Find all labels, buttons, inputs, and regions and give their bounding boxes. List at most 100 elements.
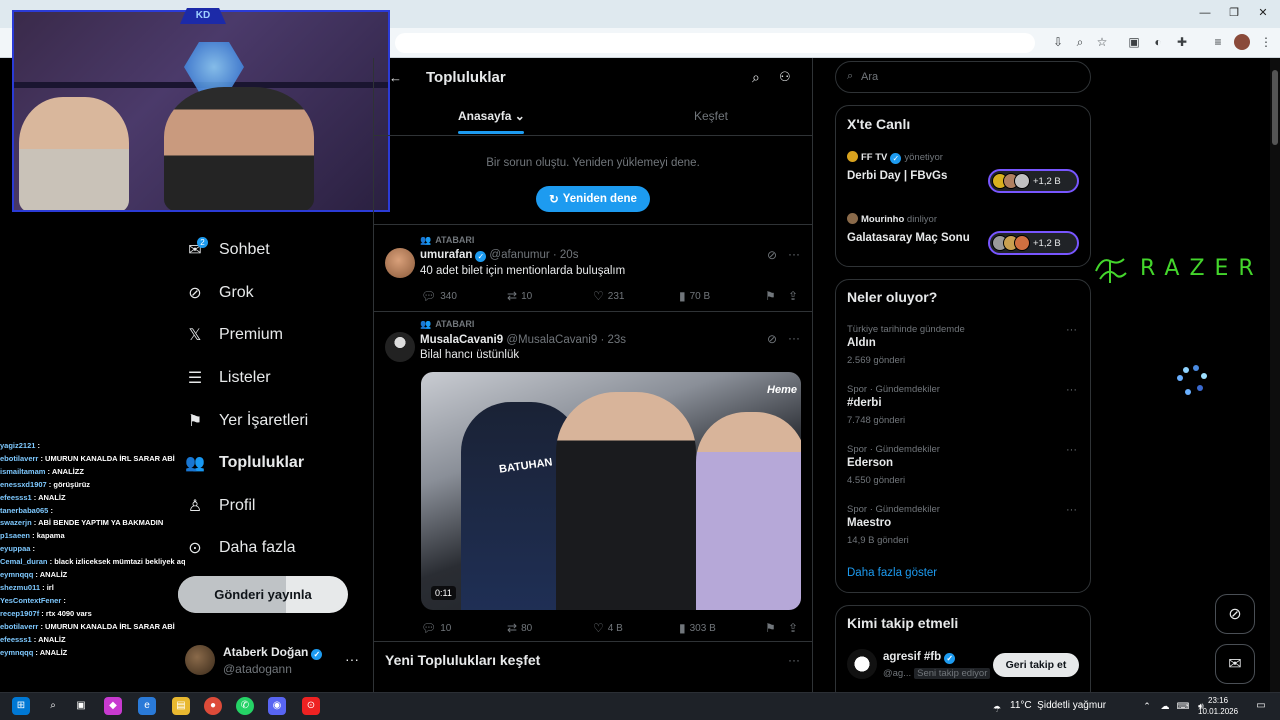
more-icon[interactable]: ··· <box>788 331 800 345</box>
share-button[interactable]: ⇪ <box>788 621 798 635</box>
extension-icon[interactable]: ▣ <box>1126 34 1142 50</box>
avatar[interactable] <box>385 332 415 362</box>
copilot-icon[interactable]: ◆ <box>104 697 122 715</box>
start-icon[interactable]: ⊞ <box>12 697 30 715</box>
repost-button[interactable]: ⇄ 10 <box>507 289 532 303</box>
more-icon[interactable]: ··· <box>788 247 800 261</box>
bookmark-button[interactable]: ⚑ <box>765 289 776 303</box>
back-arrow-icon[interactable]: ← <box>389 70 402 85</box>
zoom-icon[interactable]: ⌕ <box>1072 34 1088 50</box>
avatar[interactable] <box>385 248 415 278</box>
trend-count: 14,9 B gönderi <box>847 535 909 546</box>
reply-button[interactable]: 💬︎ 10 <box>421 621 451 635</box>
folder-icon[interactable]: ▤ <box>172 697 190 715</box>
chat-username: eyuppaa <box>0 544 31 554</box>
messages-float-button[interactable]: ✉ <box>1215 644 1255 684</box>
live-host[interactable]: Mourinho dinliyor <box>847 213 937 225</box>
repost-button[interactable]: ⇄ 80 <box>507 621 532 635</box>
views-button[interactable]: ▮ 303 B <box>679 621 716 635</box>
bookmark-button[interactable]: ⚑ <box>765 621 776 635</box>
restore-icon[interactable]: ❐ <box>1227 6 1241 20</box>
install-app-icon[interactable]: ⇩ <box>1050 34 1066 50</box>
close-icon[interactable]: ✕ <box>1256 6 1270 20</box>
search-icon[interactable]: ⌕ <box>752 69 760 86</box>
grok-float-button[interactable]: ⊘ <box>1215 594 1255 634</box>
nav-grok[interactable]: ⊘ Grok <box>185 278 253 308</box>
profile-avatar-icon[interactable] <box>1234 34 1250 50</box>
nav-lists[interactable]: ☰ Listeler <box>185 363 271 393</box>
stream-chat: yagiz2121 : ebotilaverr : UMURUN KANALDA… <box>0 440 185 690</box>
weather-widget[interactable]: 11°C Şiddetli yağmur <box>1010 700 1106 711</box>
follow-back-button[interactable]: Geri takip et <box>993 653 1079 677</box>
whatsapp-icon[interactable]: ✆ <box>236 697 254 715</box>
avatar[interactable] <box>847 649 877 679</box>
tab-home[interactable]: Anasayfa ⌄ <box>458 109 525 123</box>
nav-premium[interactable]: 𝕏 Premium <box>185 320 283 350</box>
nav-bookmarks[interactable]: ⚑ Yer İşaretleri <box>185 406 308 436</box>
tab-explore[interactable]: Keşfet <box>694 109 728 123</box>
live-space-title[interactable]: Galatasaray Maç Sonu <box>847 232 970 244</box>
share-button[interactable]: ⇪ <box>788 289 798 303</box>
like-button[interactable]: ♡ 231 <box>593 289 624 303</box>
retry-button[interactable]: ↻ Yeniden dene <box>536 186 650 212</box>
trend-name[interactable]: Ederson <box>847 457 893 469</box>
notifications-icon[interactable]: ▭ <box>1252 697 1270 715</box>
live-host[interactable]: FF TV ✓ yönetiyor <box>847 151 943 164</box>
views-icon: ▮ <box>679 289 686 303</box>
more-icon[interactable]: ··· <box>1066 324 1077 336</box>
weather-icon[interactable]: ☂ <box>990 700 1004 714</box>
more-icon[interactable]: ··· <box>345 651 359 667</box>
more-icon[interactable]: ··· <box>788 653 800 667</box>
edge-icon[interactable]: e <box>138 697 156 715</box>
grok-icon[interactable]: ⊘ <box>767 332 777 346</box>
live-space-title[interactable]: Derbi Day | FBvGs <box>847 170 947 182</box>
reply-button[interactable]: 💬︎ 340 <box>421 289 457 303</box>
like-button[interactable]: ♡ 4 B <box>593 621 623 635</box>
extension-icon[interactable]: ◐ <box>1150 34 1166 50</box>
more-icon[interactable]: ··· <box>1066 384 1077 396</box>
address-bar[interactable] <box>395 33 1035 53</box>
account-switcher[interactable]: Ataberk Doğan ✓ @atadogann ··· <box>185 643 365 683</box>
post-author[interactable]: umurafan ✓ @afanumur · 20s <box>420 249 578 262</box>
grok-icon[interactable]: ⊘ <box>767 248 777 262</box>
views-button[interactable]: ▮ 70 B <box>679 289 710 303</box>
minimize-icon[interactable]: — <box>1198 6 1212 20</box>
clock[interactable]: 23:16 10.01.2026 <box>1198 695 1238 717</box>
discord-icon[interactable]: ◉ <box>268 697 286 715</box>
show-more-link[interactable]: Daha fazla göster <box>847 567 937 579</box>
more-icon[interactable]: ··· <box>1066 444 1077 456</box>
post-author[interactable]: MusalaCavani9 @MusalaCavani9 · 23s <box>420 334 626 346</box>
heart-icon: ♡ <box>593 289 604 303</box>
video-brand: Heme <box>767 384 797 396</box>
trend-name[interactable]: Maestro <box>847 517 891 529</box>
cloud-icon[interactable]: ☁ <box>1156 697 1174 715</box>
menu-icon[interactable]: ⋮ <box>1258 34 1274 50</box>
obs-icon[interactable]: ⊙ <box>302 697 320 715</box>
task-view-icon[interactable]: ▣ <box>72 697 90 715</box>
follow-name[interactable]: agresif #fb ✓ <box>883 651 958 664</box>
more-icon[interactable]: ··· <box>1066 504 1077 516</box>
scrollbar-thumb[interactable] <box>1272 70 1278 145</box>
post-button[interactable]: Gönderi yayınla <box>178 576 348 613</box>
nav-profile[interactable]: ♙ Profil <box>185 491 256 521</box>
listener-count: +1,2 B <box>1033 237 1061 249</box>
trend-name[interactable]: #derbi <box>847 397 882 409</box>
bookmark-star-icon[interactable]: ☆ <box>1094 34 1110 50</box>
live-listeners[interactable]: +1,2 B <box>988 169 1079 193</box>
add-community-icon[interactable]: ⚇ <box>779 69 791 85</box>
tray-chevron-icon[interactable]: ⌃ <box>1138 697 1156 715</box>
network-icon[interactable]: ⌨ <box>1174 697 1192 715</box>
live-listeners[interactable]: +1,2 B <box>988 231 1079 255</box>
nav-communities[interactable]: 👥 Topluluklar <box>185 448 304 478</box>
search-icon[interactable]: ⌕ <box>44 697 62 715</box>
search-input[interactable]: ⌕ Ara <box>835 61 1091 93</box>
scrollbar[interactable] <box>1270 58 1280 692</box>
trend-name[interactable]: Aldın <box>847 337 876 349</box>
chat-username: shezmu011 <box>0 582 41 592</box>
extensions-puzzle-icon[interactable]: ✚ <box>1174 34 1190 50</box>
post-video[interactable]: Heme BATUHAN 0:11 <box>421 372 801 610</box>
chat-text: UMURUN KANALDA İRL SARAR ABİ <box>45 621 175 631</box>
reading-list-icon[interactable]: ≡ <box>1210 34 1226 50</box>
chrome-icon[interactable]: ● <box>204 697 222 715</box>
nav-more[interactable]: ⊙ Daha fazla <box>185 533 295 563</box>
